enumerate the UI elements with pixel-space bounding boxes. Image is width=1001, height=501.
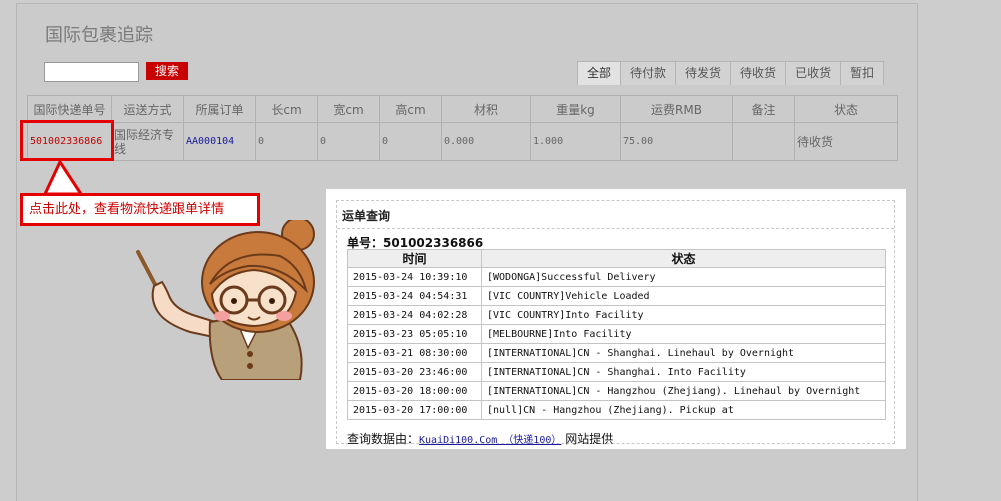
event-time: 2015-03-24 04:02:28 xyxy=(347,305,482,325)
event-status: [WODONGA]Successful Delivery xyxy=(481,267,886,287)
event-status: [INTERNATIONAL]CN - Hangzhou (Zhejiang).… xyxy=(481,381,886,401)
remark-cell xyxy=(732,122,795,161)
column-header: 长cm xyxy=(255,95,318,123)
table-row: 2015-03-20 18:00:00 [INTERNATIONAL]CN - H… xyxy=(347,381,886,401)
tracking-number-label: 单号： xyxy=(347,236,384,250)
table-row: 2015-03-24 10:39:10 [WODONGA]Successful D… xyxy=(347,267,886,287)
event-time: 2015-03-20 17:00:00 xyxy=(347,400,482,420)
order-number-link[interactable]: AA000104 xyxy=(186,136,234,147)
freight-cell: 75.00 xyxy=(620,122,733,161)
column-header: 运送方式 xyxy=(111,95,184,123)
event-status: [null]CN - Hangzhou (Zhejiang). Pickup a… xyxy=(481,400,886,420)
column-header: 状态 xyxy=(794,95,898,123)
tracking-table-header: 时间 状态 xyxy=(347,249,886,268)
status-cell: 待收货 xyxy=(794,122,898,161)
column-header: 运费RMB xyxy=(620,95,733,123)
search-button[interactable]: 搜索 xyxy=(146,62,188,80)
column-header: 备注 xyxy=(732,95,795,123)
tracking-events-table: 时间 状态 2015-03-24 10:39:10 [WODONGA]Succes… xyxy=(347,249,886,420)
tracking-number-highlight xyxy=(20,120,114,161)
tracking-panel-title: 运单查询 xyxy=(342,209,391,223)
column-header: 材积 xyxy=(441,95,531,123)
event-status: [INTERNATIONAL]CN - Shanghai. Linehaul b… xyxy=(481,343,886,363)
tracking-panel-frame: 运单查询 单号：501002336866 时间 状态 2015-03-24 10… xyxy=(336,200,895,447)
tab-pending-shipment[interactable]: 待发货 xyxy=(675,61,732,85)
event-time: 2015-03-20 23:46:00 xyxy=(347,362,482,382)
width-cell: 0 xyxy=(317,122,380,161)
event-time: 2015-03-21 08:30:00 xyxy=(347,343,482,363)
column-header: 重量kg xyxy=(530,95,621,123)
page-title: 国际包裹追踪 xyxy=(45,25,153,46)
column-header-time: 时间 xyxy=(347,249,482,268)
status-tabs: 全部 待付款 待发货 待收货 已收货 暂扣 xyxy=(577,61,885,85)
table-row: 2015-03-20 23:46:00 [INTERNATIONAL]CN - S… xyxy=(347,362,886,382)
event-status: [INTERNATIONAL]CN - Shanghai. Into Facil… xyxy=(481,362,886,382)
data-source-line: 查询数据由：KuaiDi100.Com （快递100） 网站提供 xyxy=(347,430,613,447)
tab-pending-payment[interactable]: 待付款 xyxy=(620,61,677,85)
column-header: 宽cm xyxy=(317,95,380,123)
mascot-illustration xyxy=(136,220,315,380)
weight-cell: 1.000 xyxy=(530,122,621,161)
event-status: [VIC COUNTRY]Vehicle Loaded xyxy=(481,286,886,306)
event-time: 2015-03-24 10:39:10 xyxy=(347,267,482,287)
column-header: 所属订单 xyxy=(183,95,256,123)
event-status: [MELBOURNE]Into Facility xyxy=(481,324,886,344)
column-header-status: 状态 xyxy=(481,249,886,268)
shipping-method-cell: 国际经济专线 xyxy=(111,122,184,161)
tab-held[interactable]: 暂扣 xyxy=(840,61,885,85)
order-cell: AA000104 xyxy=(183,122,256,161)
event-status: [VIC COUNTRY]Into Facility xyxy=(481,305,886,325)
table-row: 2015-03-23 05:05:10 [MELBOURNE]Into Facil… xyxy=(347,324,886,344)
length-cell: 0 xyxy=(255,122,318,161)
event-time: 2015-03-23 05:05:10 xyxy=(347,324,482,344)
divider xyxy=(337,228,894,229)
kuaidi100-link[interactable]: KuaiDi100.Com （快递100） xyxy=(419,435,561,446)
data-source-prefix: 查询数据由： xyxy=(347,432,420,446)
orders-table: 国际快递单号 运送方式 所属订单 长cm 宽cm 高cm 材积 重量kg 运费R… xyxy=(27,95,898,161)
height-cell: 0 xyxy=(379,122,442,161)
tab-all[interactable]: 全部 xyxy=(577,61,622,85)
event-time: 2015-03-20 18:00:00 xyxy=(347,381,482,401)
table-row: 2015-03-21 08:30:00 [INTERNATIONAL]CN - S… xyxy=(347,343,886,363)
table-row: 501002336866 国际经济专线 AA000104 0 0 0 0.000… xyxy=(27,122,898,161)
search-input[interactable] xyxy=(44,62,139,82)
table-row: 2015-03-20 17:00:00 [null]CN - Hangzhou (… xyxy=(347,400,886,420)
column-header: 国际快递单号 xyxy=(27,95,112,123)
data-source-suffix: 网站提供 xyxy=(565,432,614,446)
table-row: 2015-03-24 04:02:28 [VIC COUNTRY]Into Fac… xyxy=(347,305,886,325)
tab-pending-receipt[interactable]: 待收货 xyxy=(730,61,787,85)
tracking-panel: 运单查询 单号：501002336866 时间 状态 2015-03-24 10… xyxy=(326,189,906,449)
table-row: 2015-03-24 04:54:31 [VIC COUNTRY]Vehicle … xyxy=(347,286,886,306)
tab-received[interactable]: 已收货 xyxy=(785,61,842,85)
volume-cell: 0.000 xyxy=(441,122,531,161)
callout-pointer xyxy=(42,158,84,196)
orders-table-header: 国际快递单号 运送方式 所属订单 长cm 宽cm 高cm 材积 重量kg 运费R… xyxy=(27,95,898,123)
tracking-number-value: 501002336866 xyxy=(383,236,484,250)
event-time: 2015-03-24 04:54:31 xyxy=(347,286,482,306)
column-header: 高cm xyxy=(379,95,442,123)
